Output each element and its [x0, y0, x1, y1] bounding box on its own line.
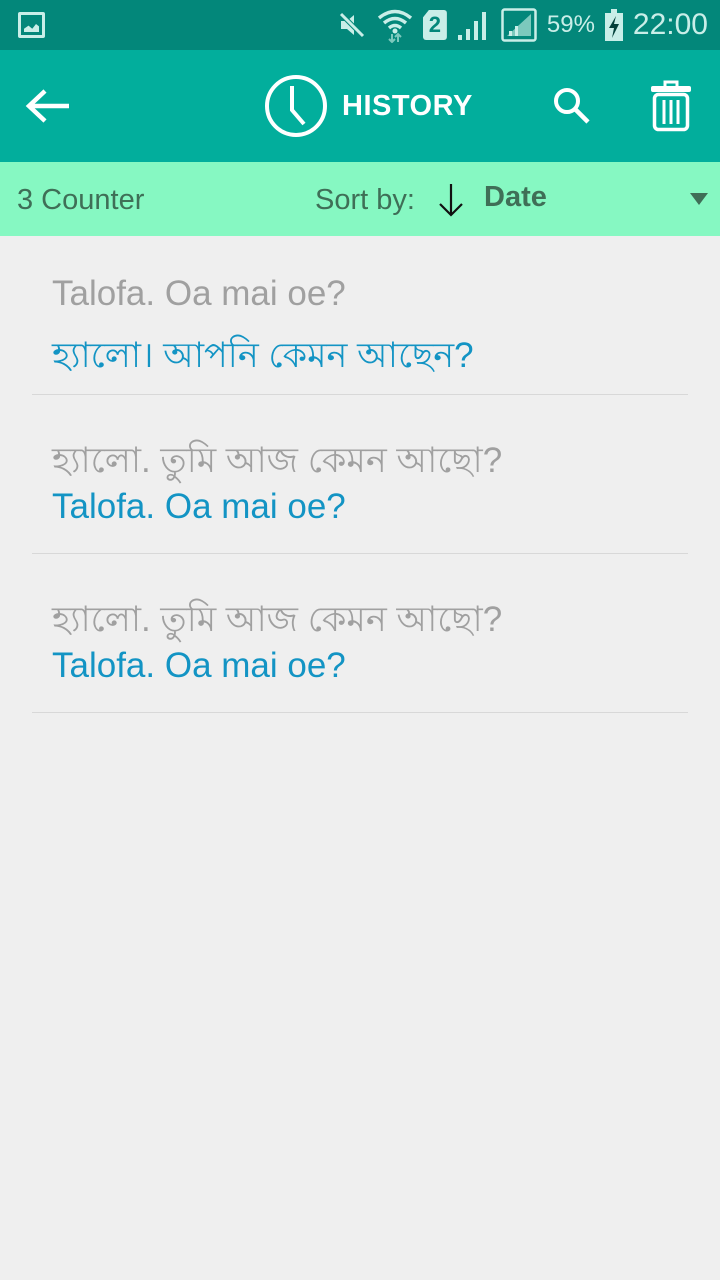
mute-icon [337, 10, 367, 40]
signal-icon [457, 9, 491, 41]
sort-dropdown[interactable]: Date [484, 162, 720, 236]
source-text: হ্যালো. তুমি আজ কেমন আছো? [52, 600, 503, 639]
sort-label: Sort by: [315, 184, 415, 216]
app-bar: HISTORY [0, 50, 720, 162]
status-icons: 2 59% 22:00 [337, 0, 708, 50]
sort-bar: 3 Counter Sort by: Date [0, 162, 720, 236]
signal-icon-2 [501, 8, 537, 42]
history-item[interactable]: হ্যালো. তুমি আজ কেমন আছো? Talofa. Oa mai… [32, 554, 688, 713]
sim-2-icon: 2 [422, 10, 447, 40]
title-text: HISTORY [342, 89, 473, 122]
source-text: Talofa. Oa mai oe? [52, 274, 346, 313]
translation-text: Talofa. Oa mai oe? [52, 487, 346, 526]
translation-text: Talofa. Oa mai oe? [52, 646, 346, 685]
history-item[interactable]: Talofa. Oa mai oe? হ্যালো। আপনি কেমন আছে… [32, 236, 688, 395]
delete-all-button[interactable] [644, 76, 698, 136]
history-counter: 3 Counter [17, 184, 145, 216]
search-button[interactable] [546, 80, 598, 132]
trash-icon [651, 80, 691, 132]
sort-value: Date [484, 181, 547, 213]
source-text: হ্যালো. তুমি আজ কেমন আছো? [52, 441, 503, 480]
gallery-icon [18, 12, 45, 38]
wifi-icon [377, 7, 413, 43]
clock-icon [265, 75, 327, 137]
back-button[interactable] [22, 80, 74, 132]
arrow-left-icon [25, 89, 69, 123]
clock-time: 22:00 [632, 8, 708, 41]
battery-percent: 59% [546, 11, 595, 38]
search-icon [554, 88, 590, 124]
status-bar: 2 59% 22:00 [0, 0, 720, 50]
arrow-down-icon [439, 184, 463, 217]
history-item[interactable]: হ্যালো. তুমি আজ কেমন আছো? Talofa. Oa mai… [32, 395, 688, 554]
page-title: HISTORY [264, 74, 473, 138]
history-list: Talofa. Oa mai oe? হ্যালো। আপনি কেমন আছে… [0, 236, 720, 713]
sort-direction-toggle[interactable] [436, 182, 466, 223]
battery-charging-icon [604, 9, 623, 41]
dropdown-arrow-icon [690, 193, 708, 205]
translation-text: হ্যালো। আপনি কেমন আছেন? [52, 336, 474, 375]
